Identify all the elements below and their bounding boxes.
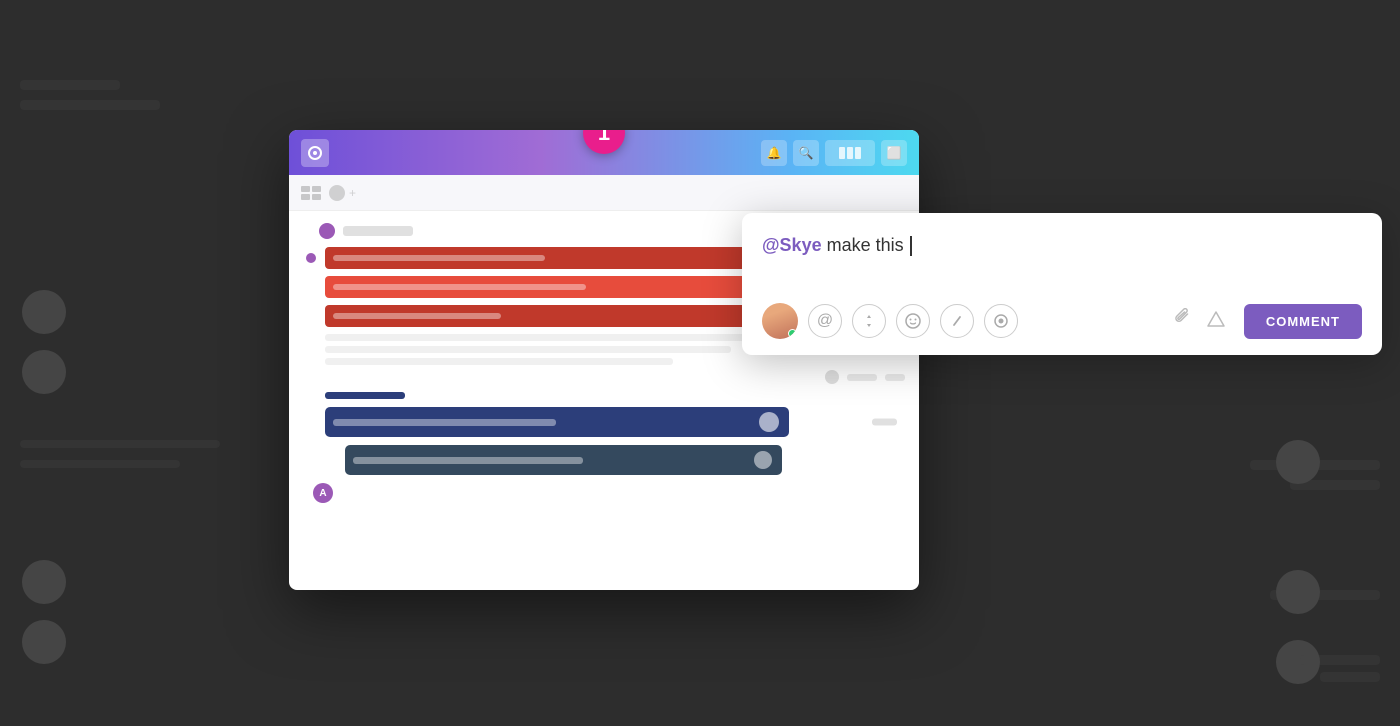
view-toggle[interactable] [825,140,875,166]
thin-line-2 [325,346,731,353]
grid-icon[interactable] [301,186,321,200]
comment-submit-button[interactable]: COMMENT [1244,304,1362,339]
online-status-dot [788,329,797,338]
dot-purple [306,253,316,263]
bg-decoration [20,460,180,468]
bg-avatar [22,290,66,334]
bg-decoration [1290,480,1380,490]
bar-inner-text [333,313,501,319]
red-task-bar-1[interactable] [325,247,764,269]
app-toolbar: + [289,175,919,211]
comment-input-text: make this [827,235,909,255]
mention-text: @Skye [762,235,822,255]
red-task-bar-2[interactable] [325,276,801,298]
bg-decoration [1250,460,1380,470]
blue-row-1 [325,407,905,437]
record-button[interactable] [984,304,1018,338]
expand-icon[interactable]: ⬜ [881,140,907,166]
task-label-bar [343,226,413,236]
comment-popup: @Skye make this @ [742,213,1382,355]
task-avatar-purple [319,223,335,239]
bar-inner-text [353,457,583,464]
bg-decoration [1270,590,1380,600]
bottom-avatar: A [313,483,333,503]
blue-task-bar-1[interactable] [325,407,789,437]
bell-icon[interactable]: 🔔 [761,140,787,166]
comment-actions: @ [762,303,1362,339]
bar-inner-text [333,255,545,261]
bar-avatar [759,412,779,432]
blue-header-label [325,392,405,399]
notification-badge: 1 [583,130,625,154]
search-icon[interactable]: 🔍 [793,140,819,166]
commenter-avatar [762,303,798,339]
red-task-bar-3[interactable] [325,305,760,327]
control-bar [847,374,877,381]
blue-section-header [303,392,905,399]
app-card: 1 🔔 🔍 ⬜ [289,130,919,590]
comment-text-area[interactable]: @Skye make this [762,233,1362,283]
bar-right-info [872,419,897,426]
assign-button[interactable] [852,304,886,338]
bg-decoration [20,100,160,110]
drive-button[interactable] [1206,309,1226,334]
blue-task-bar-2[interactable] [345,445,782,475]
bg-decoration [20,80,120,90]
mention-button[interactable]: @ [808,304,842,338]
bg-decoration [20,440,220,448]
bottom-avatar-area: A [303,483,905,503]
control-icon-1[interactable] [825,370,839,384]
bg-avatar [22,560,66,604]
emoji-button[interactable] [896,304,930,338]
attach-button[interactable] [1172,308,1192,334]
bar-inner-text [333,284,586,290]
thin-line-3 [325,358,673,365]
blue-row-2 [325,445,905,475]
add-members-button[interactable]: + [329,185,356,201]
app-logo[interactable] [301,139,329,167]
bar-avatar-2 [754,451,772,469]
bg-avatar [22,620,66,664]
section-controls [303,370,905,384]
blue-task-section [303,407,905,475]
bg-avatar [22,350,66,394]
text-cursor [910,236,912,256]
header-actions: 🔔 🔍 ⬜ [761,140,907,166]
app-header: 1 🔔 🔍 ⬜ [289,130,919,175]
format-button[interactable] [940,304,974,338]
bg-decoration [1300,655,1380,665]
bg-decoration [1320,672,1380,682]
control-bar-2 [885,374,905,381]
bar-inner-text [333,419,556,426]
